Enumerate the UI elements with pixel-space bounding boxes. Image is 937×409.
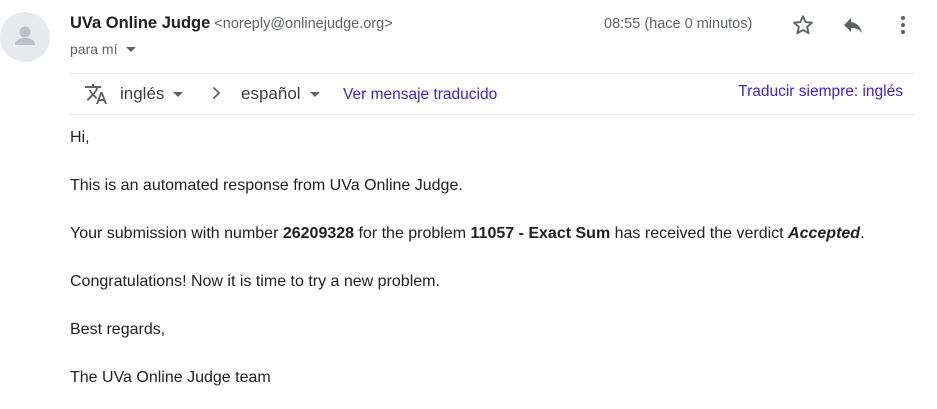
- greeting: Hi,: [70, 129, 90, 146]
- timestamp: 08:55 (hace 0 minutos): [604, 16, 753, 32]
- recipient-toggle[interactable]: para mí: [70, 41, 137, 57]
- translate-bar: inglés español Ver mensaje traducido Tra…: [70, 73, 915, 115]
- more-vert-icon: [901, 16, 905, 34]
- email-view: UVa Online Judge <noreply@onlinejudge.org…: [0, 0, 937, 409]
- chevron-down-icon: [173, 92, 184, 97]
- signature-text: The UVa Online Judge team: [70, 369, 271, 386]
- problem-name: 11057 - Exact Sum: [470, 225, 611, 242]
- view-translated-link[interactable]: Ver mensaje traducido: [343, 86, 497, 104]
- closing-text: Best regards,: [70, 321, 166, 338]
- submission-text: Your submission with number 26209328 for…: [70, 224, 865, 244]
- sender-line: UVa Online Judge <noreply@onlinejudge.org…: [70, 14, 393, 33]
- source-language-select[interactable]: inglés: [120, 84, 184, 104]
- person-icon: [15, 26, 35, 45]
- verdict: Accepted: [788, 225, 861, 242]
- intro-text: This is an automated response from UVa O…: [70, 177, 463, 194]
- message-body: Hi, This is an automated response from U…: [70, 128, 865, 409]
- target-language-label: español: [241, 84, 301, 103]
- reply-icon: [844, 18, 862, 33]
- chevron-down-icon: [126, 47, 137, 52]
- chevron-right-icon: [212, 86, 221, 100]
- recipient-label: para mí: [70, 41, 118, 57]
- translate-icon: [85, 84, 107, 104]
- star-icon: [793, 15, 813, 35]
- target-language-select[interactable]: español: [241, 84, 320, 104]
- star-button[interactable]: [789, 11, 817, 39]
- congrats-text: Congratulations! Now it is time to try a…: [70, 273, 440, 290]
- verdict-suffix: .: [860, 225, 865, 242]
- submission-prefix: Your submission with number: [70, 225, 283, 242]
- always-translate-link[interactable]: Traducir siempre: inglés: [738, 83, 903, 101]
- sender-name[interactable]: UVa Online Judge: [70, 14, 210, 32]
- sender-email: <noreply@onlinejudge.org>: [214, 16, 393, 32]
- avatar[interactable]: [0, 12, 50, 62]
- chevron-down-icon: [309, 92, 320, 97]
- more-options-button[interactable]: [889, 11, 917, 39]
- reply-button[interactable]: [839, 11, 867, 39]
- problem-prefix: for the problem: [354, 225, 471, 242]
- source-language-label: inglés: [120, 84, 165, 103]
- submission-number: 26209328: [282, 225, 355, 242]
- verdict-prefix: has received the verdict: [610, 225, 789, 242]
